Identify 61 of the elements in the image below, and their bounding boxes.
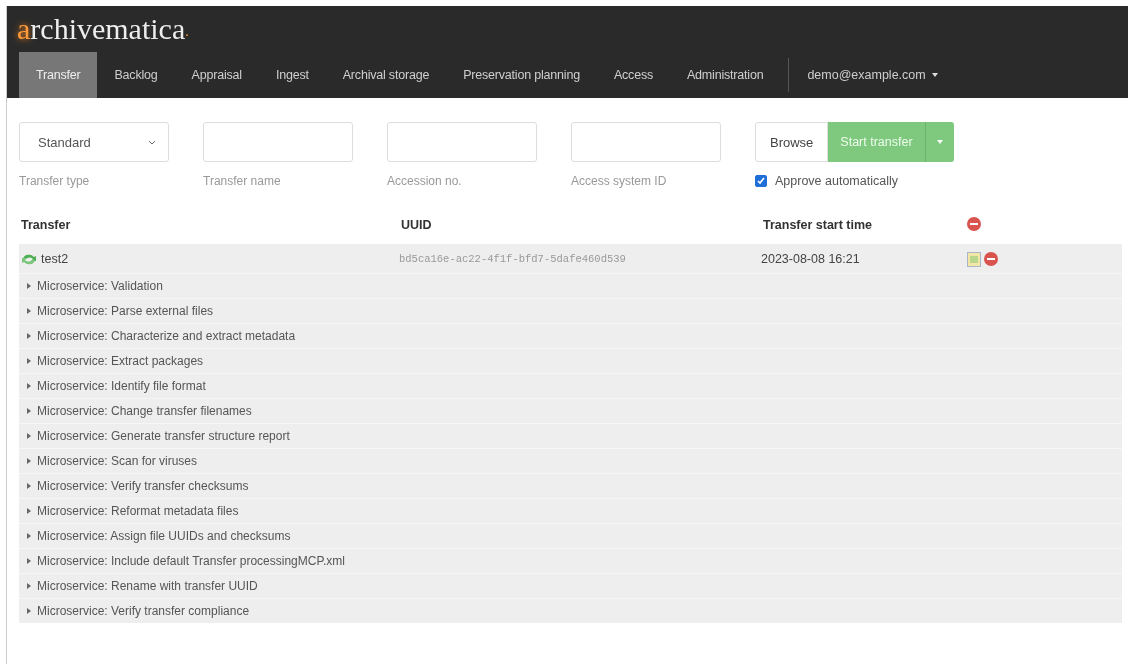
- expand-icon[interactable]: [27, 283, 31, 289]
- column-header: Transfer start time: [762, 218, 874, 232]
- expand-icon[interactable]: [27, 608, 31, 614]
- microservice-item[interactable]: Microservice: Identify file format: [37, 379, 206, 393]
- refresh-icon: [21, 252, 37, 266]
- dropdown-toggle[interactable]: [924, 122, 954, 162]
- expand-icon[interactable]: [27, 358, 31, 364]
- expand-icon[interactable]: [27, 483, 31, 489]
- field-label: Accession no.: [387, 174, 463, 188]
- nav-tab[interactable]: Archival storage: [325, 52, 447, 98]
- nav-tab[interactable]: Ingest: [258, 52, 326, 98]
- microservice-item[interactable]: Microservice: Generate transfer structure report: [37, 429, 290, 443]
- checkbox[interactable]: [755, 175, 767, 187]
- nav-tab[interactable]: Administration: [670, 52, 781, 98]
- nav-tab[interactable]: Preservation planning: [446, 52, 597, 98]
- access-system-field[interactable]: [571, 122, 721, 162]
- expand-icon[interactable]: [27, 383, 31, 389]
- remove-all-icon[interactable]: [967, 216, 981, 231]
- microservice-item[interactable]: Microservice: Include default Transfer processingMCP.xml: [37, 554, 345, 568]
- transfer-name[interactable]: test2: [41, 252, 69, 266]
- column-header: UUID: [400, 218, 433, 232]
- nav-tab[interactable]: Appraisal: [174, 52, 259, 98]
- accession-field[interactable]: [387, 122, 537, 162]
- microservice-item[interactable]: Microservice: Rename with transfer UUID: [37, 579, 258, 593]
- start-time-cell-text: 2023-08-08 16:21: [761, 252, 861, 266]
- microservice-item[interactable]: Microservice: Change transfer filenames: [37, 404, 252, 418]
- microservice-item[interactable]: Microservice: Verify transfer compliance: [37, 604, 250, 618]
- expand-icon[interactable]: [27, 333, 31, 339]
- field-label: Transfer name: [203, 174, 282, 188]
- caret-icon: [931, 73, 938, 77]
- microservice-item[interactable]: Microservice: Validation: [37, 279, 163, 293]
- expand-icon[interactable]: [27, 533, 31, 539]
- uuid-cell-text: bd5ca16e-ac22-4f1f-bfd7-5dafe460d539: [399, 253, 627, 265]
- expand-icon[interactable]: [27, 508, 31, 514]
- nav-tab[interactable]: Transfer: [19, 52, 98, 98]
- microservice-item[interactable]: Microservice: Reformat metadata files: [37, 504, 239, 518]
- browse-button[interactable]: Browse: [755, 122, 829, 162]
- expand-icon[interactable]: [27, 558, 31, 564]
- microservice-item[interactable]: Microservice: Extract packages: [37, 354, 204, 368]
- field-label: Transfer type: [19, 174, 91, 188]
- chevron-icon: [148, 139, 156, 145]
- field-label: Access system ID: [571, 174, 668, 188]
- nav-tab[interactable]: Access: [596, 52, 670, 98]
- expand-icon[interactable]: [27, 308, 31, 314]
- user-menu[interactable]: demo@example.com: [793, 52, 952, 98]
- microservice-item[interactable]: Microservice: Scan for viruses: [37, 454, 198, 468]
- microservice-item[interactable]: Microservice: Characterize and extract metadata: [37, 329, 296, 343]
- column-header: Transfer: [20, 218, 72, 232]
- microservice-item[interactable]: Microservice: Verify transfer checksums: [37, 479, 249, 493]
- expand-icon[interactable]: [27, 408, 31, 414]
- checkbox-label: Approve automatically: [775, 174, 898, 188]
- expand-icon[interactable]: [27, 458, 31, 464]
- transfer-name-field[interactable]: [203, 122, 353, 162]
- microservice-item[interactable]: Microservice: Assign file UUIDs and checksums: [37, 529, 291, 543]
- logo[interactable]: archivematica.: [7, 6, 1128, 52]
- nav-tab[interactable]: Backlog: [97, 52, 175, 98]
- expand-icon[interactable]: [27, 433, 31, 439]
- microservice-item[interactable]: Microservice: Parse external files: [37, 304, 214, 318]
- expand-icon[interactable]: [27, 583, 31, 589]
- transfer-type-select[interactable]: Standard: [19, 122, 169, 162]
- remove-icon[interactable]: [984, 252, 998, 266]
